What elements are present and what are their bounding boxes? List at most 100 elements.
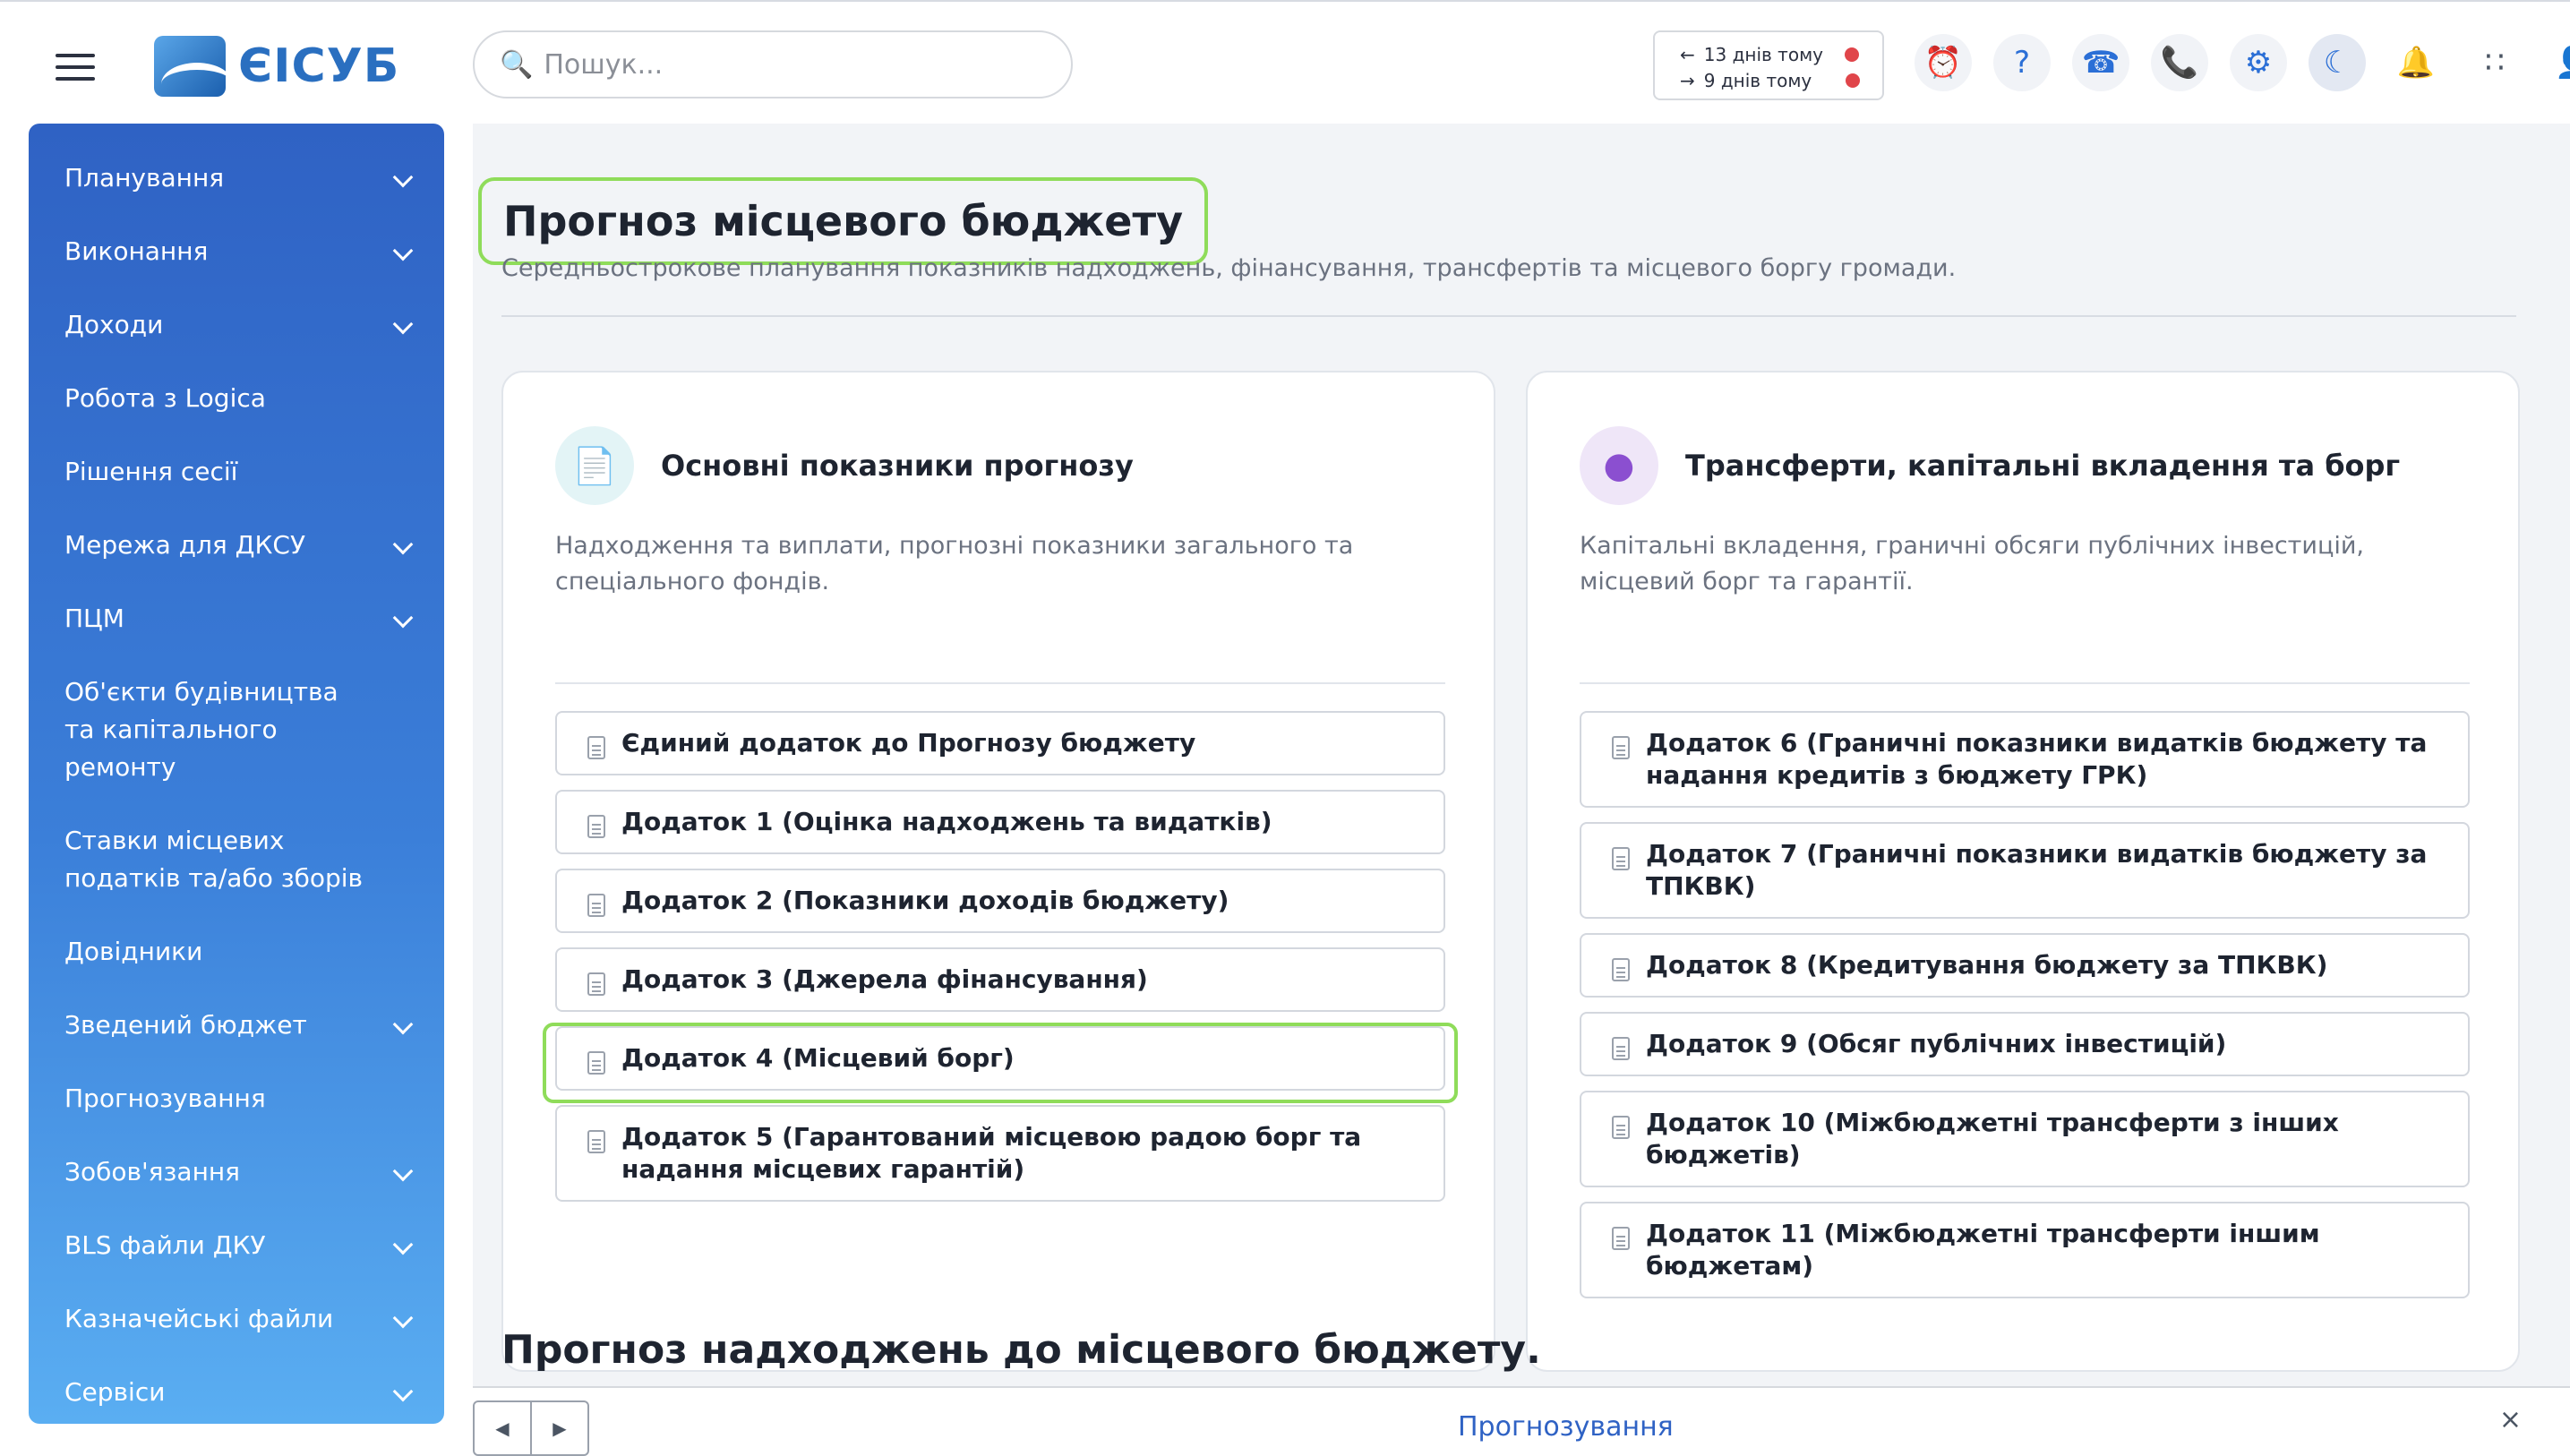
appendix-link[interactable]: Єдиний додаток до Прогнозу бюджету [555,711,1445,775]
sidebar-item-logica[interactable]: Робота з Logica [29,362,444,435]
logo-mark-icon [154,36,226,97]
chevron-down-icon [392,313,414,335]
sidebar-item-planning[interactable]: Планування [29,141,444,215]
chevron-down-icon [392,1161,414,1182]
document-icon: 📄 [555,426,634,505]
search-icon: 🔍 [500,48,534,81]
card-description: Капітальні вкладення, граничні обсяги пу… [1580,532,2364,595]
chevron-down-icon [392,1014,414,1035]
divider [501,315,2516,317]
sidebar-item-references[interactable]: Довідники [29,915,444,989]
prev-tab-button[interactable]: ◀ [475,1402,532,1454]
file-icon [587,894,605,917]
sidebar-item-obligations[interactable]: Зобов'язання [29,1135,444,1209]
appendix-link[interactable]: Додаток 11 (Міжбюджетні трансферти іншим… [1580,1202,2470,1298]
sidebar-item-session-decisions[interactable]: Рішення сесії [29,435,444,509]
card-main-indicators: 📄 Основні показники прогнозу Надходження… [501,371,1495,1372]
card-header: ● Трансферти, капітальні вкладення та бо… [1580,426,2400,505]
help-icon[interactable]: ? [1993,34,2051,91]
next-tab-button[interactable]: ▶ [532,1402,587,1454]
appendix-link[interactable]: Додаток 7 (Граничні показники видатків б… [1580,822,2470,919]
navigation-history: ← 13 днів тому → 9 днів тому [1653,30,1884,100]
sidebar-item-bls-files[interactable]: BLS файли ДКУ [29,1209,444,1282]
moon-icon[interactable]: ☾ [2309,34,2366,91]
user-icon[interactable]: 👤 [2545,34,2570,91]
file-icon [1612,1037,1630,1060]
search-box[interactable]: 🔍 Пошук... [473,30,1073,98]
page-title-highlight: Прогноз місцевого бюджету [478,177,1209,265]
history-forward[interactable]: → 9 днів тому [1680,67,1882,93]
file-icon [587,736,605,759]
apps-grid-icon[interactable]: ∷ [2466,34,2523,91]
sidebar-item-services[interactable]: Сервіси [29,1356,444,1424]
phone-icon[interactable]: 📞 [2151,34,2208,91]
appendix-link[interactable]: Додаток 8 (Кредитування бюджету за ТПКВК… [1580,933,2470,998]
file-icon [587,1130,605,1153]
logo-text: ЄІСУБ [238,39,400,93]
sidebar: Планування Виконання Доходи Робота з Log… [29,124,444,1424]
alert-dot-icon [1845,47,1859,62]
chevron-down-icon [392,607,414,629]
file-icon [1612,958,1630,981]
highlight-frame [543,1023,1458,1103]
alert-dot-icon [1846,73,1861,88]
appendix-link[interactable]: Додаток 6 (Граничні показники видатків б… [1580,711,2470,808]
appendix-link[interactable]: Додаток 9 (Обсяг публічних інвестицій) [1580,1012,2470,1076]
chevron-down-icon [392,534,414,555]
sidebar-item-local-tax-rates[interactable]: Ставки місцевих податків та/або зборів [29,804,444,915]
appendix-link[interactable]: Додаток 3 (Джерела фінансування) [555,947,1445,1012]
sidebar-item-consolidated-budget[interactable]: Зведений бюджет [29,989,444,1062]
arrow-right-icon: → [1680,69,1695,91]
sidebar-item-pcm[interactable]: ПЦМ [29,582,444,655]
appendix-list: Додаток 6 (Граничні показники видатків б… [1580,711,2470,1313]
history-back[interactable]: ← 13 днів тому [1680,41,1882,67]
app-logo[interactable]: ЄІСУБ [154,36,399,97]
chevron-down-icon [392,240,414,261]
card-transfers: ● Трансферти, капітальні вкладення та бо… [1526,371,2520,1372]
file-icon [1612,1116,1630,1139]
appendix-link[interactable]: Додаток 1 (Оцінка надходжень та видатків… [555,790,1445,854]
file-icon [1612,847,1630,870]
section-title: Прогноз надходжень до місцевого бюджету. [501,1327,1541,1373]
file-icon [1612,736,1630,759]
close-tab-button[interactable]: × [2499,1404,2522,1435]
tab-forecasting[interactable]: Прогнозування [1458,1411,1674,1443]
sidebar-item-construction[interactable]: Об'єкти будівництва та капітального ремо… [29,655,444,804]
card-description: Надходження та виплати, прогнозні показн… [555,532,1354,595]
chevron-down-icon [392,1307,414,1329]
coins-icon: ● [1580,426,1658,505]
file-icon [1612,1227,1630,1250]
chevron-down-icon [392,1381,414,1402]
card-title: Основні показники прогнозу [661,449,1134,483]
arrow-left-icon: ← [1680,43,1695,65]
alarm-clock-icon[interactable]: ⏰ [1915,34,1972,91]
appendix-link[interactable]: Додаток 10 (Міжбюджетні трансферти з інш… [1580,1091,2470,1187]
file-icon [587,972,605,996]
sidebar-menu: Планування Виконання Доходи Робота з Log… [29,124,444,1424]
sidebar-item-dksu-network[interactable]: Мережа для ДКСУ [29,509,444,582]
hamburger-menu-icon[interactable] [56,54,95,81]
toolbar-icons: ⏰ ? ☎ 📞 ⚙ ☾ 🔔 ∷ 👤 [1915,34,2570,91]
sidebar-item-execution[interactable]: Виконання [29,215,444,288]
page-subtitle: Середньострокове планування показників н… [501,254,1957,282]
divider [1580,682,2470,684]
card-title: Трансферти, капітальні вкладення та борг [1685,449,2401,483]
top-bar: ЄІСУБ 🔍 Пошук... ← 13 днів тому → 9 днів т… [0,0,2570,124]
sidebar-item-revenues[interactable]: Доходи [29,288,444,362]
appendix-link[interactable]: Додаток 5 (Гарантований місцевою радою б… [555,1105,1445,1202]
search-input[interactable]: Пошук... [544,49,663,81]
bottom-tab-bar: ◀ ▶ Прогнозування × [473,1386,2570,1456]
headset-icon[interactable]: ☎ [2072,34,2129,91]
bell-icon[interactable]: 🔔 [2387,34,2445,91]
sidebar-item-treasury-files[interactable]: Казначейські файли [29,1282,444,1356]
appendix-link[interactable]: Додаток 2 (Показники доходів бюджету) [555,869,1445,933]
tab-nav: ◀ ▶ [473,1400,589,1456]
divider [555,682,1445,684]
chevron-down-icon [392,167,414,188]
sidebar-item-forecasting[interactable]: Прогнозування [29,1062,444,1135]
card-header: 📄 Основні показники прогнозу [555,426,1134,505]
page-title: Прогноз місцевого бюджету [503,197,1184,245]
file-icon [587,815,605,838]
gear-icon[interactable]: ⚙ [2230,34,2287,91]
main-content: Прогноз місцевого бюджету Середньостроко… [473,124,2570,1386]
